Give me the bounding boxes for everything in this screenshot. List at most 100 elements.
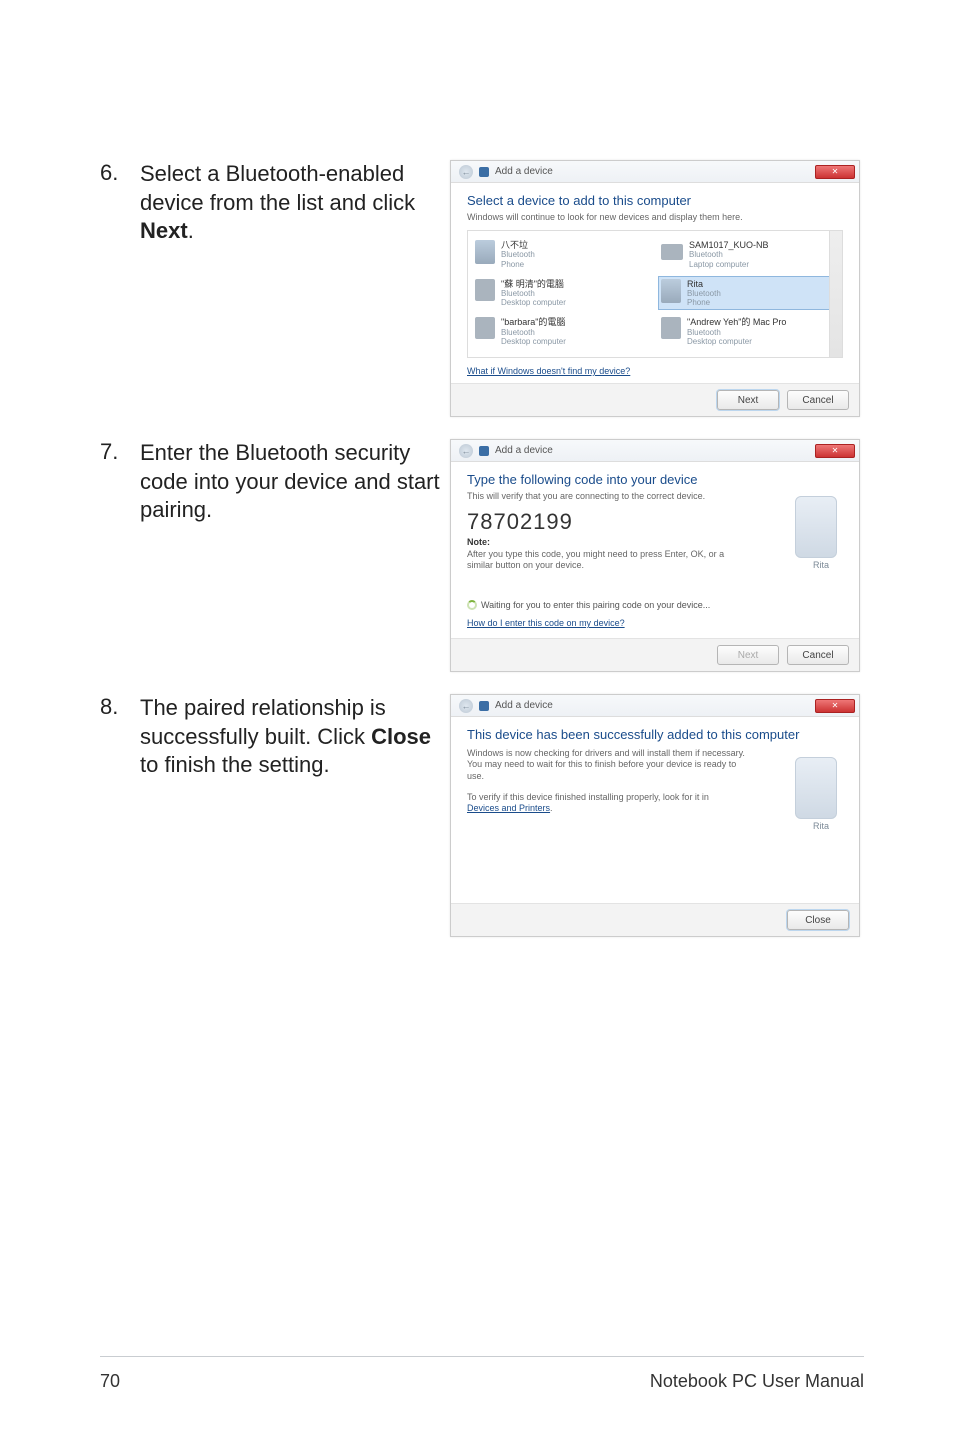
device-item[interactable]: 八不垃 Bluetooth Phone xyxy=(472,237,652,272)
spinner-icon xyxy=(467,600,477,610)
step-8-screenshot: ← Add a device ✕ This device has been su… xyxy=(450,694,864,937)
step-6-row: 6. Select a Bluetooth-enabled device fro… xyxy=(100,160,864,417)
device-name: YL_HSIEH-NB xyxy=(503,356,562,358)
desktop-icon xyxy=(475,317,495,339)
device-item[interactable]: SAM1017_KUO-NB Bluetooth Laptop computer xyxy=(658,237,838,272)
step-6-text-post: . xyxy=(188,218,194,243)
para2-post: . xyxy=(550,803,553,813)
step-8-instruction: The paired relationship is successfully … xyxy=(140,694,450,780)
step-7-instruction: Enter the Bluetooth security code into y… xyxy=(140,439,450,525)
step-8-text-post: to finish the setting. xyxy=(140,752,330,777)
manual-title: Notebook PC User Manual xyxy=(650,1371,864,1392)
step-6-instruction: Select a Bluetooth-enabled device from t… xyxy=(140,160,450,246)
note-label: Note: xyxy=(467,537,843,547)
device-name: SAM1017_KUO-NB xyxy=(689,240,769,250)
add-device-dialog-success: ← Add a device ✕ This device has been su… xyxy=(450,694,860,937)
bluetooth-icon xyxy=(479,167,489,177)
step-8-text-pre: The paired relationship is successfully … xyxy=(140,695,386,749)
dialog1-titlebar: ← Add a device ✕ xyxy=(451,161,859,183)
device-grid: 八不垃 Bluetooth Phone SAM1017_KUO-NB Bluet… xyxy=(472,237,838,358)
phone-icon xyxy=(661,279,681,303)
device-type: Bluetooth xyxy=(689,250,769,259)
dialog1-heading: Select a device to add to this computer xyxy=(467,193,843,208)
back-icon[interactable]: ← xyxy=(459,165,473,179)
device-item[interactable]: "barbara"的電腦 Bluetooth Desktop computer xyxy=(472,314,652,349)
device-item[interactable]: "蘇 明清"的電腦 Bluetooth Desktop computer xyxy=(472,276,652,311)
help-link[interactable]: What if Windows doesn't find my device? xyxy=(467,366,630,376)
dialog3-para2: To verify if this device finished instal… xyxy=(467,792,747,815)
device-item[interactable]: YL_HSIEH-NB Bluetooth xyxy=(472,353,652,358)
laptop-icon xyxy=(661,244,683,260)
step-8-row: 8. The paired relationship is successful… xyxy=(100,694,864,937)
dialog3-heading: This device has been successfully added … xyxy=(467,727,843,742)
bluetooth-icon xyxy=(479,446,489,456)
back-icon[interactable]: ← xyxy=(459,699,473,713)
close-icon[interactable]: ✕ xyxy=(815,444,855,458)
bluetooth-icon xyxy=(479,701,489,711)
next-button: Next xyxy=(717,645,779,665)
step-7-row: 7. Enter the Bluetooth security code int… xyxy=(100,439,864,672)
note-text: After you type this code, you might need… xyxy=(467,549,727,572)
step-7-number: 7. xyxy=(100,439,140,465)
cancel-button[interactable]: Cancel xyxy=(787,645,849,665)
pairing-code: 78702199 xyxy=(467,509,843,535)
footer-rule xyxy=(100,1356,864,1357)
dialog1-title: Add a device xyxy=(495,166,553,177)
phone-illustration-icon xyxy=(795,757,837,819)
step-6-text-pre: Select a Bluetooth-enabled device from t… xyxy=(140,161,415,215)
step-7-screenshot: ← Add a device ✕ Type the following code… xyxy=(450,439,864,672)
step-8-bold: Close xyxy=(371,724,431,749)
back-icon[interactable]: ← xyxy=(459,444,473,458)
dialog3-para1: Windows is now checking for drivers and … xyxy=(467,748,747,782)
device-name: "barbara"的電腦 xyxy=(501,317,566,327)
device-name: 八不垃 xyxy=(501,240,535,250)
phone-label: Rita xyxy=(813,560,829,570)
add-device-dialog-select: ← Add a device ✕ Select a device to add … xyxy=(450,160,860,417)
close-button[interactable]: Close xyxy=(787,910,849,930)
close-icon[interactable]: ✕ xyxy=(815,699,855,713)
dialog2-heading: Type the following code into your device xyxy=(467,472,843,487)
dialog2-titlebar: ← Add a device ✕ xyxy=(451,440,859,462)
waiting-status: Waiting for you to enter this pairing co… xyxy=(467,600,843,611)
add-device-dialog-code: ← Add a device ✕ Type the following code… xyxy=(450,439,860,672)
dialog1-buttonbar: Next Cancel xyxy=(451,383,859,416)
cancel-button[interactable]: Cancel xyxy=(787,390,849,410)
device-kind: Phone xyxy=(687,298,721,307)
device-kind: Desktop computer xyxy=(501,298,566,307)
step-6-screenshot: ← Add a device ✕ Select a device to add … xyxy=(450,160,864,417)
help-link[interactable]: How do I enter this code on my device? xyxy=(467,618,625,628)
page-number: 70 xyxy=(100,1371,120,1392)
footer-row: 70 Notebook PC User Manual xyxy=(100,1371,864,1392)
device-type: Bluetooth xyxy=(501,250,535,259)
dialog2-body: Type the following code into your device… xyxy=(451,462,859,638)
device-kind: Desktop computer xyxy=(501,337,566,346)
device-kind: Phone xyxy=(501,260,535,269)
step-8-number: 8. xyxy=(100,694,140,720)
dialog2-title: Add a device xyxy=(495,445,553,456)
phone-illustration-icon xyxy=(795,496,837,558)
device-name: "Andrew Yeh"的 Mac Pro xyxy=(687,317,786,327)
device-type: Bluetooth xyxy=(501,328,566,337)
device-item-selected[interactable]: Rita Bluetooth Phone xyxy=(658,276,838,311)
desktop-icon xyxy=(661,317,681,339)
page-body: 6. Select a Bluetooth-enabled device fro… xyxy=(0,0,954,937)
device-name: "蘇 明清"的電腦 xyxy=(501,279,566,289)
device-type: Bluetooth xyxy=(501,289,566,298)
device-type: Bluetooth xyxy=(687,328,786,337)
devices-printers-link[interactable]: Devices and Printers xyxy=(467,803,550,814)
step-6-bold: Next xyxy=(140,218,188,243)
device-type: Bluetooth xyxy=(687,289,721,298)
device-kind: Desktop computer xyxy=(687,337,786,346)
next-button[interactable]: Next xyxy=(717,390,779,410)
device-item[interactable]: "Andrew Yeh"的 Mac Pro Bluetooth Desktop … xyxy=(658,314,838,349)
waiting-text: Waiting for you to enter this pairing co… xyxy=(481,600,710,610)
device-kind: Laptop computer xyxy=(689,260,769,269)
dialog1-title-left: ← Add a device xyxy=(459,165,553,179)
page-footer: 70 Notebook PC User Manual xyxy=(0,1356,954,1392)
close-icon[interactable]: ✕ xyxy=(815,165,855,179)
step-6-number: 6. xyxy=(100,160,140,186)
dialog1-body: Select a device to add to this computer … xyxy=(451,183,859,383)
device-list[interactable]: 八不垃 Bluetooth Phone SAM1017_KUO-NB Bluet… xyxy=(467,230,843,358)
dialog1-sub: Windows will continue to look for new de… xyxy=(467,212,843,222)
para2-pre: To verify if this device finished instal… xyxy=(467,792,709,802)
